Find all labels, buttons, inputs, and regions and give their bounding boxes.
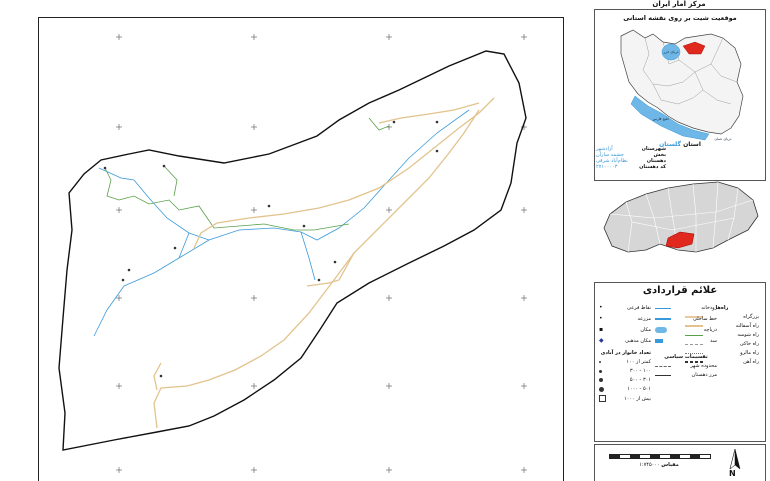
asphalt-roads [153, 97, 495, 429]
legend-household-item: کمتر از ۱۰۰ [599, 359, 651, 365]
legend-title: علائم قراردادی [642, 285, 718, 296]
mosque-icon: ◆ [599, 337, 604, 344]
grid-crosses [116, 34, 527, 473]
village-points [103, 120, 439, 378]
legend-feature-label: سد [710, 338, 717, 344]
scale-label: مقیاس [661, 462, 679, 468]
province-map [603, 181, 759, 253]
scale-caption: مقیاس ۱:۷۴۵۰۰۰ [609, 462, 709, 468]
info-label: کد دهستان [639, 164, 666, 170]
info-row: کد دهستان ۲۷۱۰۰۰۰۳ [596, 164, 666, 170]
legend-panel: علائم قراردادی راه‌ها بزرگراه راه آسفالت… [594, 282, 766, 442]
gulf-label: خلیج فارس [653, 117, 669, 121]
legend-feature-label: خط ساحلی [692, 316, 717, 322]
legend-feature-swatch [655, 307, 671, 309]
dam-swatch [655, 339, 663, 343]
village-point[interactable] [435, 149, 439, 153]
scale-ratio: ۱:۷۴۵۰۰۰ [639, 462, 660, 468]
scale-bar [609, 454, 711, 459]
legend-boundary-swatch [655, 365, 671, 367]
village-point[interactable] [317, 278, 321, 282]
legend-household-item: ۳۰۱ - ۵۰۰ [599, 377, 651, 383]
main-map [58, 34, 527, 473]
size-dot-icon [599, 361, 601, 363]
legend-point-item: مکان مذهبی ◆ [599, 337, 651, 345]
village-point[interactable] [127, 268, 131, 272]
village-point[interactable] [162, 164, 166, 168]
village-point[interactable] [159, 374, 163, 378]
village-point[interactable] [173, 246, 177, 250]
legend-feature-swatch [655, 318, 671, 320]
green-roads [104, 117, 390, 231]
info-block: شهرستان آزادشهر بخش چشمه ساران دهستان نظ… [596, 146, 666, 170]
legend-feature-item: سد [655, 338, 717, 344]
size-dot-icon [599, 386, 604, 392]
size-dot-icon [599, 369, 602, 373]
place-icon: ▪ [599, 326, 604, 333]
legend-feature-item: دریاچه [655, 327, 717, 333]
boundary-title: تقسیمات سیاسی [664, 354, 708, 360]
legend-household-item: بیش از ۱۰۰۰ [599, 395, 651, 402]
north-label: N [729, 469, 736, 478]
legend-feature-label: رودخانه [701, 305, 717, 311]
village-point[interactable] [392, 120, 396, 124]
size-dot-icon [599, 378, 603, 382]
village-point[interactable] [435, 120, 439, 124]
legend-boundary-label: محدوده شهر [690, 363, 717, 369]
village-point[interactable] [121, 278, 125, 282]
legend-point-label: مکان [640, 327, 651, 333]
scale-panel: مقیاس ۱:۷۴۵۰۰۰ N [594, 444, 766, 481]
legend-household-item: ۱۰۰ - ۳۰۰ [599, 368, 651, 374]
province-label: استان [683, 141, 701, 148]
location-title: موقعیت شیت بر روی نقشه استانی [623, 14, 737, 22]
legend-feature-item: خط ساحلی [655, 316, 717, 322]
info-value: ۲۷۱۰۰۰۰۳ [596, 164, 618, 170]
legend-point-item: مکان ▪ [599, 326, 651, 334]
legend-point-item: مزرعه • [599, 315, 651, 323]
features-column: رودخانه خط ساحلی دریاچه سد تقسیمات سیاسی… [655, 305, 717, 378]
iran-map: دریای خزر خلیج فارس دریای عمان [620, 29, 744, 141]
dot-icon: • [599, 304, 603, 311]
points-column: نقاط فرعی • مزرعه • مکان ▪ مکان مذهبی ◆ … [599, 305, 651, 402]
village-point[interactable] [267, 204, 271, 208]
caspian-label: دریای خزر [663, 50, 679, 54]
households-title: تعداد خانوار در آبادی [600, 350, 651, 356]
legend-boundary-swatch [655, 374, 671, 376]
legend-household-label: ۱۰۰ - ۳۰۰ [629, 368, 651, 374]
legend-household-label: ۵۰۱ - ۱۰۰۰ [627, 386, 651, 392]
legend-boundary-item: محدوده شهر [655, 363, 717, 369]
farm-icon: • [599, 315, 603, 322]
district-boundary[interactable] [58, 50, 527, 451]
map-frame[interactable] [38, 17, 564, 481]
legend-household-label: بیش از ۱۰۰۰ [623, 395, 651, 402]
legend-point-label: نقاط فرعی [627, 305, 651, 311]
rivers [93, 109, 470, 337]
legend-point-label: مزرعه [637, 316, 651, 322]
iran-outline [620, 29, 744, 135]
legend-household-item: ۵۰۱ - ۱۰۰۰ [599, 386, 651, 392]
legend-feature-item: رودخانه [655, 305, 717, 311]
legend-boundary-label: مرز دهستان [691, 372, 717, 378]
village-point[interactable] [103, 166, 107, 170]
legend-household-label: کمتر از ۱۰۰ [626, 359, 651, 365]
legend-feature-label: دریاچه [703, 327, 717, 333]
lake-swatch [655, 327, 667, 333]
size-square-icon [599, 395, 606, 402]
legend-household-label: ۳۰۱ - ۵۰۰ [629, 377, 651, 383]
village-point[interactable] [302, 224, 306, 228]
legend-boundary-item: مرز دهستان [655, 372, 717, 378]
org-title: مرکز آمار ایران [652, 0, 706, 8]
village-point[interactable] [333, 260, 337, 264]
legend-point-item: نقاط فرعی • [599, 304, 651, 312]
legend-point-label: مکان مذهبی [625, 338, 651, 344]
